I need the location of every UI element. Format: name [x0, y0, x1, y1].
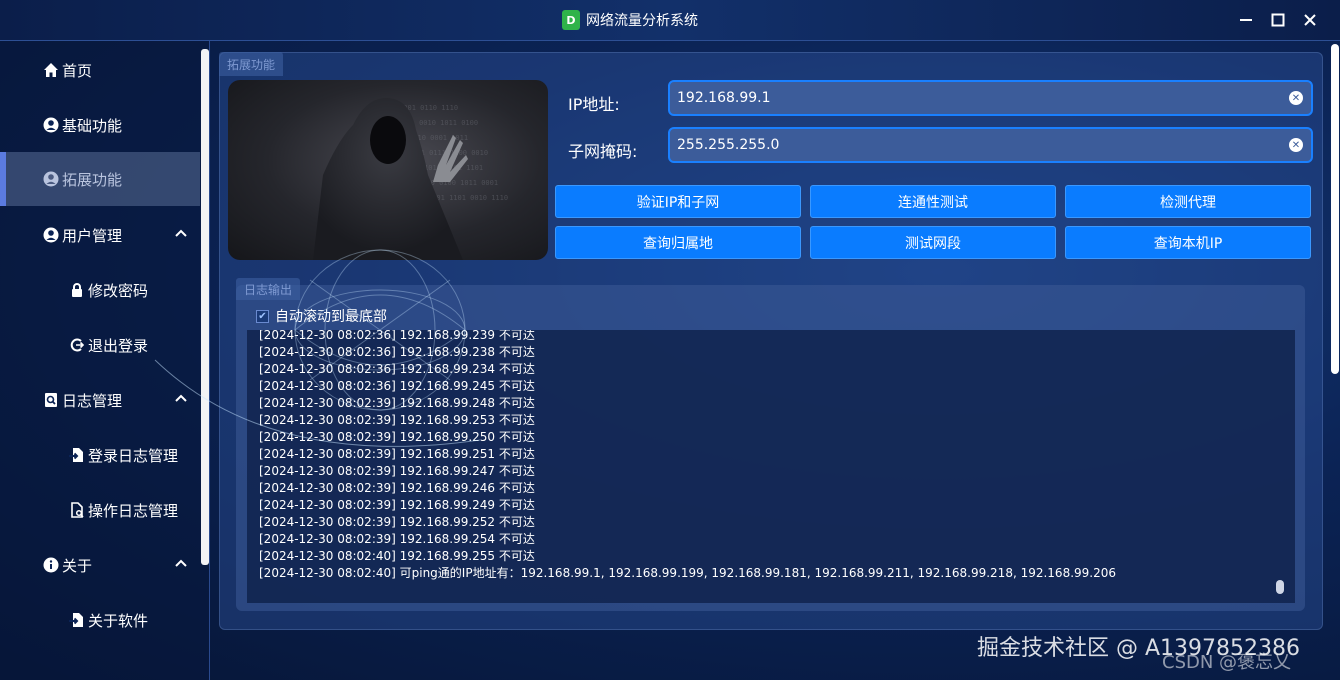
minimize-button[interactable]	[1230, 8, 1262, 32]
clear-icon[interactable]: ✕	[1289, 138, 1303, 152]
hacker-image: 0101 1001 0110 1110 1101 0010 1011 0100 …	[228, 80, 548, 260]
file-import-icon	[69, 447, 85, 463]
chevron-up-icon	[175, 229, 187, 237]
log-line: [2024-12-30 08:02:40] 192.168.99.255 不可达	[259, 549, 535, 563]
sidebar-item-logout[interactable]: 退出登录	[0, 318, 200, 372]
detect-proxy-button[interactable]: 检测代理	[1065, 185, 1311, 218]
connectivity-test-button[interactable]: 连通性测试	[810, 185, 1056, 218]
autoscroll-label: 自动滚动到最底部	[275, 309, 387, 325]
sidebar-item-label: 退出登录	[88, 336, 149, 355]
log-line: [2024-12-30 08:02:40] 可ping通的IP地址有：192.1…	[259, 566, 1117, 580]
lock-icon	[69, 282, 85, 298]
autoscroll-checkbox-row[interactable]: ✔ 自动滚动到最底部	[256, 306, 387, 326]
main-scrollbar[interactable]	[1331, 44, 1339, 374]
clear-icon[interactable]: ✕	[1289, 91, 1303, 105]
ip-input-value: 192.168.99.1	[677, 90, 771, 106]
user-circle-icon	[43, 227, 59, 243]
file-search-icon	[69, 502, 85, 518]
chevron-up-icon	[175, 394, 187, 402]
sidebar-item-label: 日志管理	[62, 391, 123, 410]
info-icon	[43, 557, 59, 573]
log-line: [2024-12-30 08:02:36] 192.168.99.238 不可达	[259, 345, 535, 359]
log-lines: [2024-12-30 08:02:36] 192.168.99.239 不可达…	[259, 330, 1117, 582]
subnet-mask-label: 子网掩码:	[568, 142, 638, 161]
csdn-watermark: CSDN @褒忘乂	[1162, 652, 1292, 673]
svg-text:0101 1101 0010 1110: 0101 1101 0010 1110	[428, 194, 508, 202]
sidebar-item-label: 基础功能	[62, 116, 123, 135]
log-line: [2024-12-30 08:02:36] 192.168.99.239 不可达	[259, 330, 535, 342]
sidebar-item-change-password[interactable]: 修改密码	[0, 263, 200, 317]
sidebar-item-operation-log[interactable]: 操作日志管理	[0, 483, 200, 537]
sidebar-item-about[interactable]: 关于	[0, 538, 200, 592]
log-output[interactable]: [2024-12-30 08:02:36] 192.168.99.239 不可达…	[247, 330, 1295, 603]
test-subnet-button[interactable]: 测试网段	[810, 226, 1056, 259]
sidebar-scrollbar[interactable]	[201, 49, 209, 565]
query-location-button[interactable]: 查询归属地	[555, 226, 801, 259]
ip-label: IP地址:	[568, 95, 620, 114]
sidebar-item-log-management[interactable]: 日志管理	[0, 373, 200, 427]
close-icon	[1304, 14, 1316, 26]
app-icon: D	[562, 10, 580, 30]
close-button[interactable]	[1294, 8, 1326, 32]
chevron-up-icon	[175, 559, 187, 567]
log-line: [2024-12-30 08:02:39] 192.168.99.247 不可达	[259, 464, 535, 478]
sidebar-item-user-management[interactable]: 用户管理	[0, 208, 200, 262]
log-line: [2024-12-30 08:02:39] 192.168.99.249 不可达	[259, 498, 535, 512]
log-scrollbar-thumb[interactable]	[1276, 580, 1284, 594]
sidebar-item-basic[interactable]: 基础功能	[0, 98, 200, 152]
sidebar-item-label: 用户管理	[62, 226, 123, 245]
sidebar-item-label: 首页	[62, 61, 93, 80]
subnet-mask-input-value: 255.255.255.0	[677, 137, 780, 153]
maximize-button[interactable]	[1262, 8, 1294, 32]
sidebar-item-home[interactable]: 首页	[0, 43, 200, 97]
log-line: [2024-12-30 08:02:39] 192.168.99.251 不可达	[259, 447, 535, 461]
log-search-icon	[43, 392, 59, 408]
sidebar-item-label: 修改密码	[88, 281, 149, 300]
user-circle-icon	[43, 117, 59, 133]
sidebar-item-login-log[interactable]: 登录日志管理	[0, 428, 200, 482]
subnet-mask-input[interactable]: 255.255.255.0 ✕	[668, 127, 1313, 163]
log-line: [2024-12-30 08:02:39] 192.168.99.252 不可达	[259, 515, 535, 529]
panel-title: 拓展功能	[219, 52, 284, 76]
home-icon	[43, 62, 59, 78]
sidebar-item-extended[interactable]: 拓展功能	[0, 152, 200, 206]
minimize-icon	[1240, 19, 1252, 21]
title-group: D 网络流量分析系统	[562, 10, 698, 30]
sidebar: 首页 基础功能 拓展功能 用户管理 修改密码 退出登录 日志管理 登录日志管理 …	[0, 41, 210, 680]
file-import-icon	[69, 612, 85, 628]
title-bar: D 网络流量分析系统	[0, 0, 1340, 41]
log-line: [2024-12-30 08:02:39] 192.168.99.248 不可达	[259, 396, 535, 410]
sidebar-item-label: 操作日志管理	[88, 501, 179, 520]
maximize-icon	[1271, 13, 1285, 27]
window-controls	[1230, 8, 1326, 32]
autoscroll-checkbox[interactable]: ✔	[256, 309, 269, 323]
sidebar-item-label: 拓展功能	[62, 170, 123, 189]
log-line: [2024-12-30 08:02:36] 192.168.99.245 不可达	[259, 379, 535, 393]
logout-icon	[69, 337, 85, 353]
sidebar-item-label: 登录日志管理	[88, 446, 179, 465]
query-local-ip-button[interactable]: 查询本机IP	[1065, 226, 1311, 259]
user-circle-icon	[43, 171, 59, 187]
log-line: [2024-12-30 08:02:39] 192.168.99.250 不可达	[259, 430, 535, 444]
sidebar-item-label: 关于软件	[88, 611, 149, 630]
log-line: [2024-12-30 08:02:39] 192.168.99.253 不可达	[259, 413, 535, 427]
window-title: 网络流量分析系统	[586, 13, 698, 29]
log-line: [2024-12-30 08:02:39] 192.168.99.246 不可达	[259, 481, 535, 495]
log-line: [2024-12-30 08:02:39] 192.168.99.254 不可达	[259, 532, 535, 546]
ip-input[interactable]: 192.168.99.1 ✕	[668, 80, 1313, 116]
log-panel-title: 日志输出	[236, 278, 301, 300]
sidebar-item-about-software[interactable]: 关于软件	[0, 593, 200, 647]
log-line: [2024-12-30 08:02:36] 192.168.99.234 不可达	[259, 362, 535, 376]
validate-ip-subnet-button[interactable]: 验证IP和子网	[555, 185, 801, 218]
sidebar-item-label: 关于	[62, 556, 93, 575]
